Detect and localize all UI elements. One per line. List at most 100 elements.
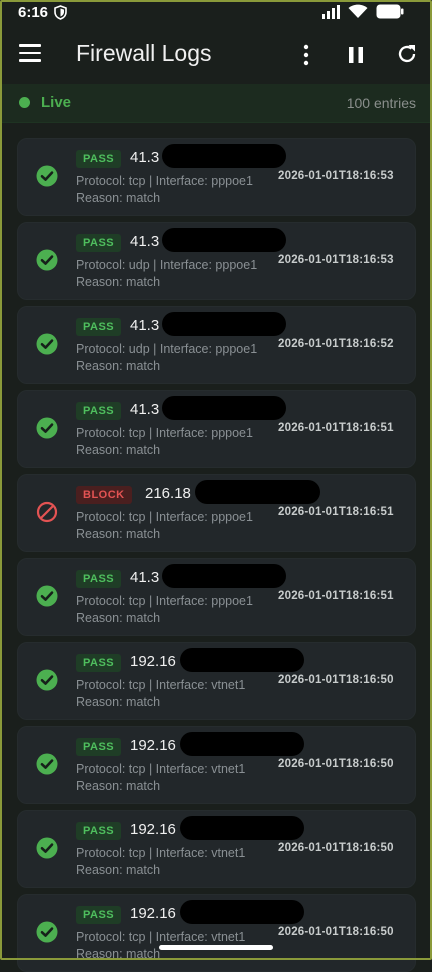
log-entry-card[interactable]: PASS 41.3 Protocol: tcp | Interface: ppp…: [17, 138, 416, 216]
pause-icon: [349, 47, 363, 63]
battery-icon: [376, 4, 404, 24]
reason-text: Reason: match: [76, 863, 161, 877]
redaction-mark: [194, 480, 320, 504]
action-badge: BLOCK: [76, 486, 132, 504]
log-entry-card[interactable]: PASS 41.3 Protocol: udp | Interface: ppp…: [17, 222, 416, 300]
protocol-interface-text: Protocol: tcp | Interface: vtnet1: [76, 930, 246, 944]
protocol-interface-text: Protocol: tcp | Interface: vtnet1: [76, 678, 246, 692]
reason-text: Reason: match: [76, 527, 161, 541]
redaction-mark: [162, 144, 287, 168]
more-options-button[interactable]: [300, 44, 312, 66]
action-badge: PASS: [76, 906, 122, 924]
action-badge: PASS: [76, 318, 122, 336]
protocol-interface-text: Protocol: tcp | Interface: pppoe1: [76, 510, 253, 524]
redaction-mark: [162, 228, 287, 252]
redaction-mark: [179, 816, 304, 840]
source-ip: 192.16: [130, 737, 176, 754]
protocol-interface-text: Protocol: udp | Interface: pppoe1: [76, 258, 258, 272]
more-vert-icon: [303, 44, 309, 66]
refresh-button[interactable]: [396, 43, 418, 65]
hamburger-menu-icon: [19, 44, 41, 47]
timestamp: 2026-01-01T18:16:53: [278, 254, 394, 266]
log-entry-card[interactable]: PASS 41.3 Protocol: tcp | Interface: ppp…: [17, 390, 416, 468]
log-entry-card[interactable]: PASS 41.3 Protocol: tcp | Interface: ppp…: [17, 558, 416, 636]
log-entry-card[interactable]: PASS 192.16 Protocol: tcp | Interface: v…: [17, 726, 416, 804]
source-ip: 41.3: [130, 569, 160, 586]
timestamp: 2026-01-01T18:16:50: [278, 674, 394, 686]
check-circle-icon: [36, 333, 58, 355]
timestamp: 2026-01-01T18:16:51: [278, 590, 394, 602]
reason-text: Reason: match: [76, 191, 161, 205]
status-icons: [322, 4, 404, 24]
reason-text: Reason: match: [76, 275, 161, 289]
protocol-interface-text: Protocol: tcp | Interface: pppoe1: [76, 174, 253, 188]
source-ip: 41.3: [130, 233, 160, 250]
app-bar: Firewall Logs: [0, 26, 432, 84]
reason-text: Reason: match: [76, 779, 161, 793]
live-label: Live: [41, 94, 72, 111]
source-ip: 41.3: [130, 401, 160, 418]
reason-text: Reason: match: [76, 611, 161, 625]
log-entry-card[interactable]: PASS 192.16 Protocol: tcp | Interface: v…: [17, 642, 416, 720]
log-entry-card[interactable]: PASS 192.16 Protocol: tcp | Interface: v…: [17, 894, 416, 972]
timestamp: 2026-01-01T18:16:51: [278, 422, 394, 434]
protocol-interface-text: Protocol: tcp | Interface: vtnet1: [76, 762, 246, 776]
block-icon: [36, 501, 58, 523]
reason-text: Reason: match: [76, 359, 161, 373]
timestamp: 2026-01-01T18:16:53: [278, 170, 394, 182]
timestamp: 2026-01-01T18:16:50: [278, 842, 394, 854]
redaction-mark: [162, 564, 287, 588]
reason-text: Reason: match: [76, 695, 161, 709]
source-ip: 41.3: [130, 149, 160, 166]
source-ip: 192.16: [130, 653, 176, 670]
redaction-mark: [179, 732, 304, 756]
pause-button[interactable]: [347, 46, 365, 64]
timestamp: 2026-01-01T18:16:50: [278, 758, 394, 770]
redaction-mark: [162, 396, 287, 420]
protocol-interface-text: Protocol: tcp | Interface: pppoe1: [76, 426, 253, 440]
live-indicator-dot: [19, 97, 30, 108]
check-circle-icon: [36, 585, 58, 607]
action-badge: PASS: [76, 234, 122, 252]
timestamp: 2026-01-01T18:16:51: [278, 506, 394, 518]
check-circle-icon: [36, 417, 58, 439]
hamburger-line: [19, 59, 41, 62]
entries-count: 100 entries: [346, 95, 416, 111]
source-ip: 192.16: [130, 905, 176, 922]
redaction-mark: [179, 648, 304, 672]
check-circle-icon: [36, 165, 58, 187]
timestamp: 2026-01-01T18:16:50: [278, 926, 394, 938]
redaction-mark: [179, 900, 304, 924]
action-badge: PASS: [76, 822, 122, 840]
check-circle-icon: [36, 837, 58, 859]
action-badge: PASS: [76, 150, 122, 168]
live-status-bar: Live 100 entries: [0, 84, 432, 123]
action-badge: PASS: [76, 402, 122, 420]
check-circle-icon: [36, 753, 58, 775]
source-ip: 41.3: [130, 317, 160, 334]
refresh-icon: [398, 45, 416, 63]
home-indicator[interactable]: [159, 945, 273, 950]
log-entry-card[interactable]: PASS 192.16 Protocol: tcp | Interface: v…: [17, 810, 416, 888]
reason-text: Reason: match: [76, 443, 161, 457]
signal-icon: [322, 4, 340, 24]
status-time: 6:16: [18, 4, 49, 21]
redaction-mark: [162, 312, 287, 336]
log-entry-card[interactable]: PASS 41.3 Protocol: udp | Interface: ppp…: [17, 306, 416, 384]
action-badge: PASS: [76, 570, 122, 588]
check-circle-icon: [36, 249, 58, 271]
log-entry-card[interactable]: BLOCK 216.18 Protocol: tcp | Interface: …: [17, 474, 416, 552]
timestamp: 2026-01-01T18:16:52: [278, 338, 394, 350]
reason-text: Reason: match: [76, 947, 161, 961]
protocol-interface-text: Protocol: tcp | Interface: pppoe1: [76, 594, 253, 608]
action-badge: PASS: [76, 738, 122, 756]
source-ip: 192.16: [130, 821, 176, 838]
hamburger-line: [19, 51, 41, 54]
wifi-icon: [348, 4, 368, 24]
action-badge: PASS: [76, 654, 122, 672]
menu-button[interactable]: [19, 44, 41, 64]
protocol-interface-text: Protocol: udp | Interface: pppoe1: [76, 342, 258, 356]
protocol-interface-text: Protocol: tcp | Interface: vtnet1: [76, 846, 246, 860]
vpn-shield-icon: [54, 5, 67, 25]
source-ip: 216.18: [145, 485, 191, 502]
